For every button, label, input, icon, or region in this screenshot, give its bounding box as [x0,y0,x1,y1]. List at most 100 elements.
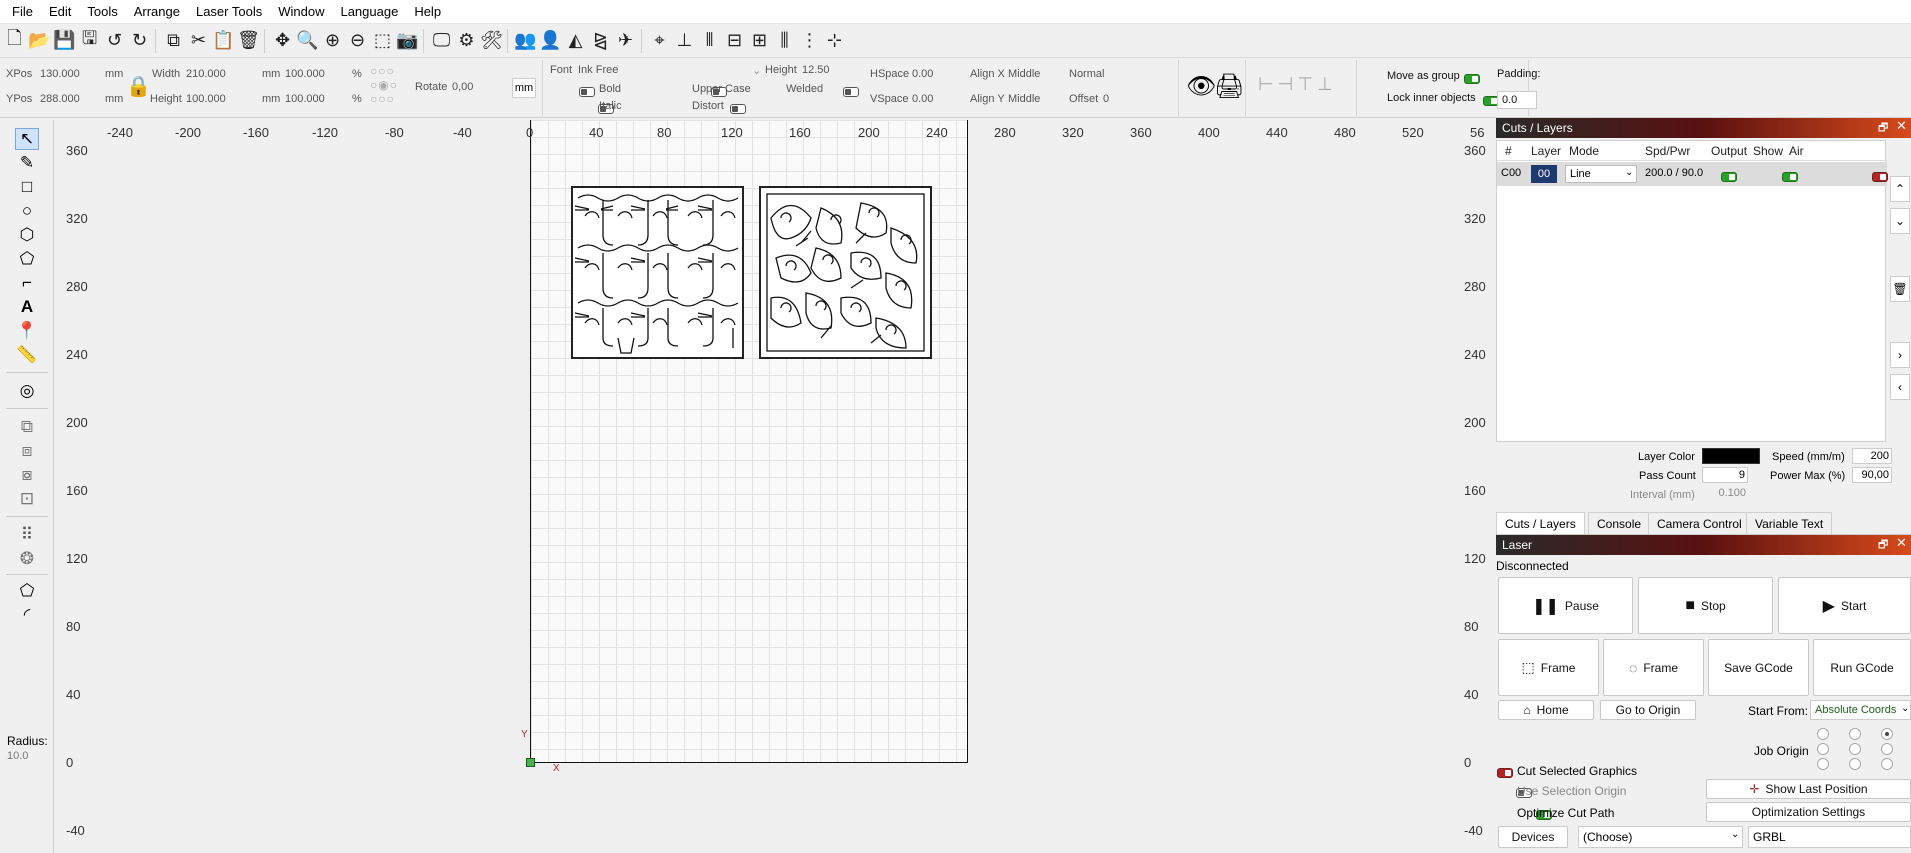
tab-cuts-layers[interactable]: Cuts / Layers [1496,512,1585,534]
show-last-position-button[interactable]: ✛ Show Last Position [1706,779,1911,799]
tab-camera-control[interactable]: Camera Control [1648,512,1751,534]
grid-array-icon[interactable]: ⠿ [15,524,39,546]
origin-radio-tc[interactable] [1849,728,1861,740]
mirror-icon[interactable]: ◭ [563,28,588,53]
home-button[interactable]: ⌂ Home [1498,700,1594,720]
hspace-field[interactable]: 0.00 [912,68,933,80]
menu-laser-tools[interactable]: Laser Tools [188,0,270,24]
power-max-field[interactable]: 90,00 [1852,467,1892,483]
boolean-difference-icon[interactable]: ⧈ [15,440,39,462]
distribute-icon[interactable]: ⫴ [697,28,722,53]
polygon-tool-icon[interactable]: ⬡ [15,224,39,246]
close-path-icon[interactable]: ⬠ [15,580,39,602]
xpos-field[interactable]: 130.000 [40,68,80,80]
laser-close-icon[interactable]: ✕ [1896,535,1907,551]
cut-selected-toggle[interactable] [1497,767,1513,778]
align-center-icon[interactable]: ⊞ [747,28,772,53]
copy-icon[interactable]: ⧉ [161,28,186,53]
layer-color-swatch[interactable] [1702,448,1760,464]
move-as-group-toggle[interactable] [1463,73,1480,84]
anchor-grid-icon[interactable]: ○○○ ○◉○ ○○○ [370,64,410,110]
pass-count-field[interactable]: 9 [1702,467,1748,483]
laser-machine-icon[interactable]: 🖨 [1214,72,1244,101]
show-toggle[interactable] [1782,171,1799,182]
width-field[interactable]: 210.000 [186,68,226,80]
circular-array-icon[interactable]: ❂ [15,548,39,570]
menu-language[interactable]: Language [332,0,406,24]
flip-icon[interactable]: ⧎ [588,28,613,53]
bird-pattern-design[interactable] [759,186,932,359]
new-file-icon[interactable]: 🗋 [2,28,27,53]
weld-icon[interactable]: ⊡ [15,488,39,510]
menu-edit[interactable]: Edit [41,0,79,24]
vspace-field[interactable]: 0.00 [912,93,933,105]
preview-icon[interactable]: 👁 [1186,72,1216,101]
camera-icon[interactable]: 📷 [395,28,420,53]
height-field[interactable]: 100.000 [186,93,226,105]
device-select[interactable]: (Choose) [1578,826,1743,848]
tab-variable-text[interactable]: Variable Text [1746,512,1833,534]
paste-icon[interactable]: 📋 [211,28,236,53]
start-button[interactable]: ▶ Start [1778,577,1911,634]
speed-field[interactable]: 200 [1852,448,1892,464]
go-to-origin-button[interactable]: Go to Origin [1600,700,1696,720]
trim-tool-icon[interactable]: ⌐ [15,272,39,294]
origin-radio-br[interactable] [1881,758,1893,770]
save-as-icon[interactable]: 🖫 [77,28,102,53]
zoom-fit-icon[interactable]: 🔍 [295,28,320,53]
origin-radio-mr[interactable] [1881,743,1893,755]
unit-toggle-button[interactable]: mm [512,78,536,98]
monitor-icon[interactable]: 🖵 [429,28,454,53]
font-height-field[interactable]: 12.50 [802,64,830,76]
draw-tool-icon[interactable]: ✎ [15,152,39,174]
tools-icon[interactable]: 🛠 [479,28,504,53]
save-icon[interactable]: 💾 [52,28,77,53]
origin-radio-bl[interactable] [1817,758,1829,770]
open-file-icon[interactable]: 📂 [27,28,52,53]
undo-icon[interactable]: ↺ [102,28,127,53]
menu-arrange[interactable]: Arrange [126,0,188,24]
controller-select[interactable]: GRBL [1748,826,1911,848]
delete-icon[interactable]: 🗑 [236,28,261,53]
radius-field[interactable]: 10.0 [7,750,28,762]
air-toggle[interactable] [1871,171,1888,182]
distribute-v-icon[interactable]: ⋮ [797,28,822,53]
move-icon[interactable]: ✥ [270,28,295,53]
devices-button[interactable]: Devices [1498,826,1568,848]
laser-float-icon[interactable]: 🗗 [1878,536,1888,555]
font-select[interactable]: Ink Free [578,64,618,76]
align-middle-icon[interactable]: ⊟ [722,28,747,53]
offset-tool-icon[interactable]: ◎ [15,380,39,402]
optimization-settings-button[interactable]: Optimization Settings [1706,802,1911,822]
bold-toggle[interactable] [579,86,595,97]
align-x-select[interactable]: Middle [1008,68,1040,80]
zoom-out-icon[interactable]: ⊖ [345,28,370,53]
origin-radio-tr[interactable] [1881,728,1893,740]
corner-radius-icon[interactable]: ◜ [15,604,39,626]
edit-nodes-tool-icon[interactable]: ⬠ [15,248,39,270]
frame-circle-button[interactable]: ◌ Frame [1603,639,1704,696]
select-tool-icon[interactable]: ↖ [15,128,39,150]
send-icon[interactable]: ✈ [613,28,638,53]
text-mode-select[interactable]: Normal [1069,68,1104,80]
pause-button[interactable]: ❚❚ Pause [1498,577,1633,634]
origin-radio-bc[interactable] [1849,758,1861,770]
run-gcode-button[interactable]: Run GCode [1813,639,1911,696]
frame-rect-button[interactable]: ⬚ Frame [1498,639,1599,696]
layer-badge[interactable]: 00 [1531,165,1557,183]
move-down-icon[interactable]: ⌄ [1890,208,1910,234]
origin-radio-ml[interactable] [1817,743,1829,755]
padding-field[interactable]: 0.0 [1497,91,1537,109]
stop-button[interactable]: ■ Stop [1638,577,1773,634]
design-canvas[interactable]: -240 -200 -160 -120 -80 -40 0 40 80 120 … [56,120,1496,853]
text-tool-icon[interactable]: A [15,296,39,318]
align-y-select[interactable]: Middle [1008,93,1040,105]
ellipse-tool-icon[interactable]: ○ [15,200,39,222]
redo-icon[interactable]: ↻ [127,28,152,53]
save-gcode-button[interactable]: Save GCode [1708,639,1809,696]
lock-icon[interactable]: 🔒 [126,74,151,99]
scale-h-field[interactable]: 100.000 [285,93,325,105]
delete-layer-icon[interactable]: 🗑 [1890,276,1910,302]
settings-icon[interactable]: ⚙ [454,28,479,53]
menu-window[interactable]: Window [270,0,332,24]
